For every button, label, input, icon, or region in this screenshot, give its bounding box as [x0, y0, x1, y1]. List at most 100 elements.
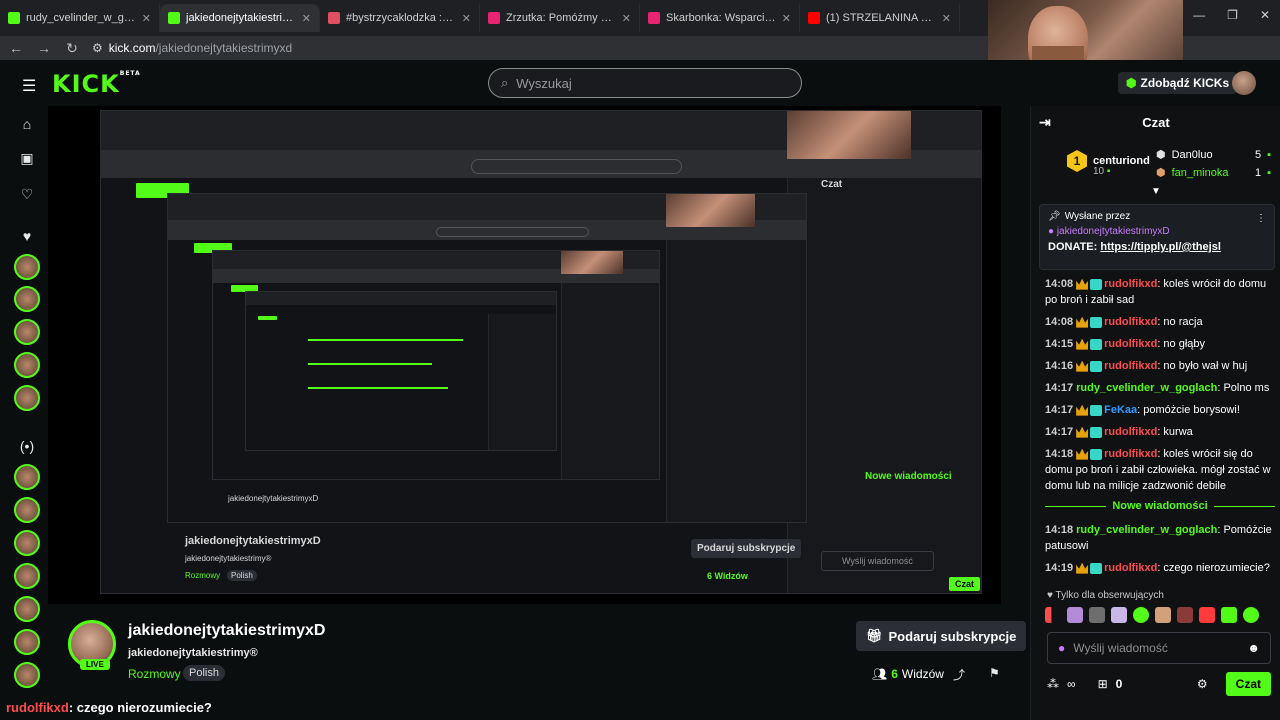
chat-username[interactable]: rudy_cvelinder_w_goglach — [1076, 382, 1217, 394]
close-icon[interactable]: ✕ — [302, 12, 311, 25]
emote-icon[interactable] — [1089, 607, 1105, 623]
wykop-favicon-icon — [328, 12, 340, 24]
message-timestamp: 14:15 — [1045, 338, 1074, 350]
rank-badge: 1 — [1067, 150, 1087, 172]
browser-tab[interactable]: (1) STRZELANINA W BYSTRZY ✕ — [800, 4, 960, 32]
tab-title: jakiedonejtytakiestrimyxD Str — [186, 12, 296, 24]
streamer-name[interactable]: jakiedonejtytakiestrimyxD — [128, 622, 325, 640]
close-icon[interactable]: ✕ — [462, 12, 471, 25]
browser-tab[interactable]: #bystrzycaklodzka :: Wykop.pl ✕ — [320, 4, 480, 32]
home-icon[interactable]: ⌂ — [17, 114, 37, 134]
emote-icon[interactable] — [1221, 607, 1237, 623]
donate-link[interactable]: https://tipply.pl/@thejsl — [1100, 241, 1221, 253]
followed-heart-icon: ♥ — [22, 228, 32, 244]
user-avatar[interactable] — [1232, 71, 1256, 95]
message-timestamp: 14:08 — [1045, 278, 1074, 290]
kicks-points-icon[interactable]: ⁂ — [1047, 677, 1059, 691]
channel-avatar[interactable] — [14, 352, 40, 378]
channel-avatar[interactable] — [14, 254, 40, 280]
chat-username[interactable]: rudolfikxd — [1104, 426, 1157, 438]
chat-message: 14:18 rudy_cvelinder_w_goglach: Pomóżcie … — [1045, 522, 1275, 554]
emote-icon[interactable] — [1067, 607, 1083, 623]
category-link[interactable]: Rozmowy — [128, 667, 181, 681]
kick-logo[interactable]: KICKBETA — [52, 70, 141, 98]
emote-icon[interactable] — [1177, 607, 1193, 623]
language-tag[interactable]: Polish — [183, 665, 225, 681]
channel-avatar[interactable] — [14, 629, 40, 655]
back-icon[interactable]: ← — [8, 40, 24, 56]
menu-icon[interactable]: ☰ — [22, 76, 36, 96]
browser-tab-active[interactable]: jakiedonejtytakiestrimyxD Str ✕ — [160, 4, 320, 32]
expand-leaderboard-icon[interactable]: ▼ — [1151, 186, 1161, 197]
browser-tab[interactable]: Skarbonka: Wsparcie na pom ✕ — [640, 4, 800, 32]
emote-icon[interactable] — [1111, 607, 1127, 623]
message-text: : Polno ms — [1217, 382, 1270, 394]
message-text: : kurwa — [1157, 426, 1193, 438]
channel-avatar[interactable] — [14, 464, 40, 490]
emote-icon[interactable] — [1243, 607, 1259, 623]
channel-avatar[interactable] — [14, 662, 40, 688]
crown-badge-icon — [1076, 404, 1089, 416]
search-input[interactable] — [516, 75, 777, 91]
channel-avatar[interactable] — [14, 563, 40, 589]
chat-username[interactable]: rudolfikxd — [1104, 448, 1157, 460]
site-info-icon[interactable]: ⚙ — [92, 41, 103, 55]
search-box[interactable]: ⌕ — [488, 68, 802, 98]
forward-icon[interactable]: → — [36, 40, 52, 56]
get-kicks-button[interactable]: ⬢ Zdobądź KICKs — [1118, 72, 1238, 94]
close-icon[interactable]: ✕ — [622, 12, 631, 25]
url-field[interactable]: ⚙ kick.com/jakiedonejtytakiestrimyxd — [92, 41, 292, 55]
following-icon[interactable]: ♡ — [17, 184, 37, 204]
stream-video[interactable]: jakiedonejtytakiestrimyxD Czat Nowe wiad… — [48, 106, 1001, 604]
chat-username[interactable]: rudolfikxd — [1104, 316, 1157, 328]
gift-subscription-button[interactable]: 🎁︎ Podaruj subskrypcje — [856, 621, 1027, 651]
emote-icon[interactable] — [1133, 607, 1149, 623]
kick-favicon-icon — [8, 12, 20, 24]
chat-username[interactable]: rudolfikxd — [1104, 360, 1157, 372]
chat-input-box[interactable]: ● ☻ — [1047, 632, 1271, 664]
gift-icon: 🎁︎ — [866, 628, 883, 643]
channel-avatar[interactable] — [14, 286, 40, 312]
reload-icon[interactable]: ↻ — [64, 40, 80, 57]
pin-options-icon[interactable]: ⋮ — [1256, 213, 1266, 224]
share-icon[interactable]: ⤴ — [953, 666, 965, 683]
close-icon[interactable]: ✕ — [142, 12, 151, 25]
collapse-chat-icon[interactable]: ⇥ — [1039, 114, 1051, 131]
gift-leaderboard: 1 centuriond 10 ▪ ⬢ Dan0luo 5 ▪ ⬢ fan_min… — [1031, 144, 1280, 184]
close-icon[interactable]: ✕ — [942, 12, 951, 25]
browse-icon[interactable]: ▣ — [17, 148, 37, 168]
emote-icon[interactable] — [1155, 607, 1171, 623]
emote-icon[interactable] — [1199, 607, 1215, 623]
maximize-icon[interactable]: ❐ — [1227, 8, 1238, 22]
chat-username[interactable]: FeKaa — [1104, 404, 1137, 416]
chat-username[interactable]: rudolfikxd — [1104, 562, 1157, 574]
pinned-user[interactable]: ● jakiedonejtytakiestrimyxD — [1048, 226, 1266, 237]
gift-box-icon[interactable]: ⊞ — [1098, 677, 1108, 691]
rank-icon: ⬢ — [1156, 149, 1166, 161]
send-chat-button[interactable]: Czat — [1225, 672, 1271, 696]
channel-avatar[interactable] — [14, 385, 40, 411]
channel-avatar[interactable] — [14, 319, 40, 345]
chat-username[interactable]: rudolfikxd — [1104, 278, 1157, 290]
channel-avatar[interactable] — [14, 596, 40, 622]
settings-icon[interactable]: ⚙ — [1197, 677, 1208, 691]
nested-chat-input: Wyślij wiadomość — [821, 551, 934, 571]
channel-avatar[interactable] — [14, 530, 40, 556]
browser-tab[interactable]: rudy_cvelinder_w_goglach Str ✕ — [0, 4, 160, 32]
browser-tab[interactable]: Zrzutka: Pomóżmy Borysowi ✕ — [480, 4, 640, 32]
emote-icon[interactable] — [1045, 607, 1052, 623]
url-path: /jakiedonejtytakiestrimyxd — [155, 41, 293, 55]
chat-input[interactable] — [1073, 641, 1224, 655]
site-header: ☰ KICKBETA ⌕ ⬢ Zdobądź KICKs — [0, 60, 1280, 106]
close-window-icon[interactable]: ✕ — [1260, 8, 1270, 22]
follow-user-icon[interactable]: ⚑ — [989, 666, 1000, 680]
channel-avatar[interactable] — [14, 497, 40, 523]
new-messages-divider[interactable]: Nowe wiadomości — [1045, 500, 1276, 512]
rank-icon: ⬢ — [1156, 167, 1166, 179]
chat-username[interactable]: rudy_cvelinder_w_goglach — [1076, 524, 1217, 536]
close-icon[interactable]: ✕ — [782, 12, 791, 25]
emoji-icon[interactable]: ☻ — [1247, 641, 1260, 655]
minimize-icon[interactable]: — — [1193, 8, 1205, 22]
chat-username[interactable]: rudolfikxd — [1104, 338, 1157, 350]
leaderboard-row: ⬢ Dan0luo 5 ▪ — [1156, 148, 1271, 162]
